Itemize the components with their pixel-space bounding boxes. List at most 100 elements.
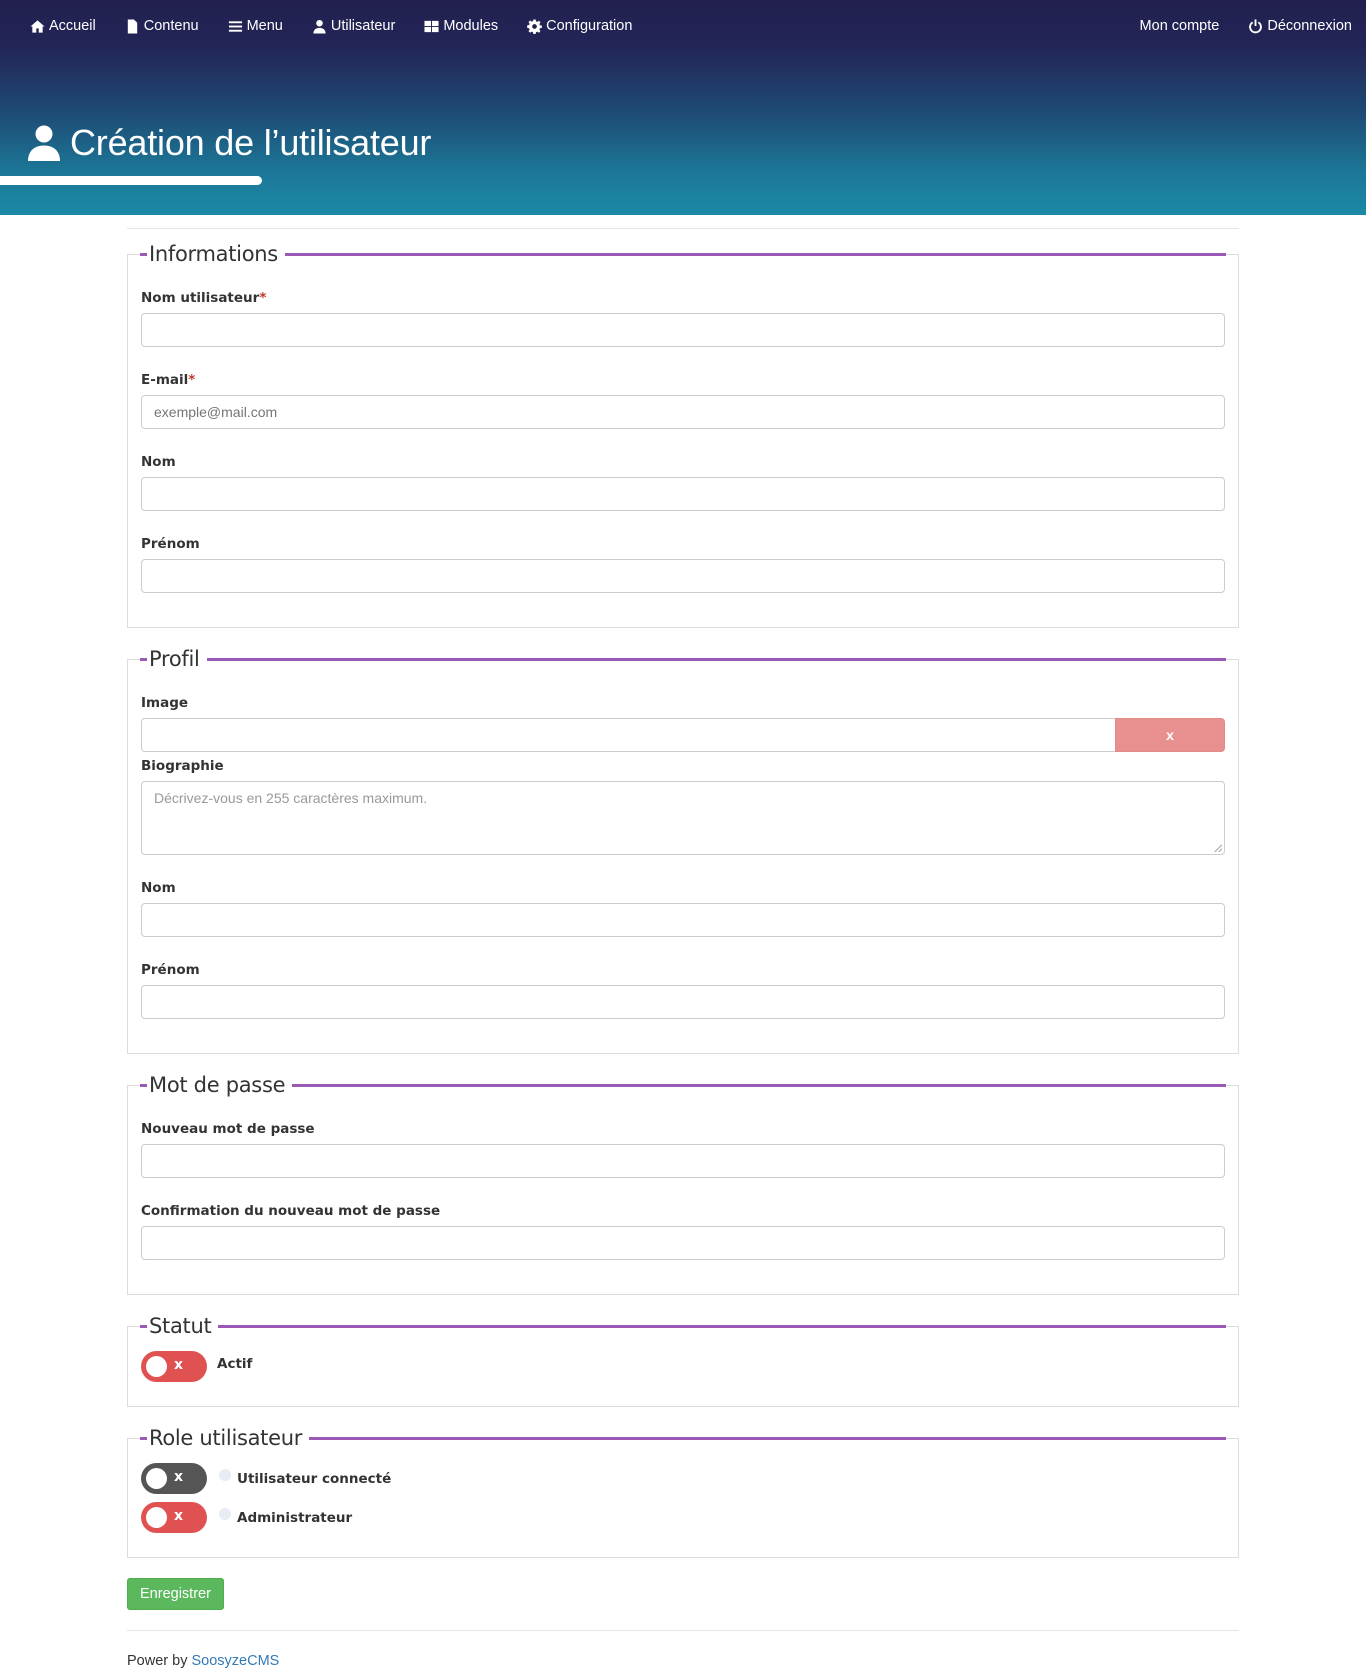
nav-item-accueil[interactable]: Accueil [30,18,96,34]
role-color-dot [219,1507,231,1520]
gear-icon [527,18,542,34]
nav-left-group: Accueil Contenu Menu Utilisateur Modules… [30,18,661,34]
nav-label: Modules [443,18,499,34]
footer-link-soosyze[interactable]: SoosyzeCMS [191,1653,279,1669]
toggle-knob [146,1356,167,1377]
top-navigation: Accueil Contenu Menu Utilisateur Modules… [0,0,1366,52]
nav-label: Configuration [546,18,633,34]
fieldset-informations: Informations Nom utilisateur* E-mail* No… [127,239,1239,628]
confirm-password-input[interactable] [141,1226,1225,1260]
nav-item-configuration[interactable]: Configuration [527,18,632,34]
email-label-text: E-mail [141,372,189,388]
required-mark: * [188,372,196,388]
nav-item-deconnexion[interactable]: Déconnexion [1248,18,1352,34]
form-actions: Enregistrer [127,1578,1239,1610]
form-group-image: Image x [141,695,1225,752]
home-icon [30,19,45,33]
legend-line [140,658,1226,661]
profile-lastname-input[interactable] [141,903,1225,937]
nav-item-utilisateur[interactable]: Utilisateur [312,18,395,34]
profile-lastname-label: Nom [141,880,176,896]
toggle-off-mark: x [174,1357,184,1373]
nav-label: Mon compte [1139,18,1220,34]
form-group-lastname: Nom [141,454,1225,511]
role-admin-toggle[interactable]: x [141,1502,207,1533]
toggle-knob [146,1468,167,1489]
username-label-text: Nom utilisateur [141,290,260,306]
page-header: Accueil Contenu Menu Utilisateur Modules… [0,0,1366,215]
confirm-password-label: Confirmation du nouveau mot de passe [141,1203,441,1219]
role-admin-label: Administrateur [237,1509,353,1526]
toggle-off-mark: x [174,1469,184,1485]
nav-item-menu[interactable]: Menu [228,18,283,34]
username-input[interactable] [141,313,1225,347]
toggle-row-role-admin: x Administrateur [141,1502,1225,1533]
required-mark: * [259,290,267,306]
page-title-text: Création de l’utilisateur [70,122,432,163]
bio-label: Biographie [141,758,224,774]
fieldset-statut: Statut x Actif [127,1311,1239,1407]
form-group-new-password: Nouveau mot de passe [141,1121,1225,1178]
actif-toggle[interactable]: x [141,1351,207,1382]
nav-label: Menu [246,18,283,34]
nav-item-modules[interactable]: Modules [424,18,498,34]
firstname-input[interactable] [141,559,1225,593]
bio-placeholder: Décrivez-vous en 255 caractères maximum. [154,790,428,806]
form-group-confirm-password: Confirmation du nouveau mot de passe [141,1203,1225,1260]
role-connected-toggle[interactable]: x [141,1463,207,1494]
main-content: Informations Nom utilisateur* E-mail* No… [127,215,1239,1669]
resize-grip-icon[interactable] [1214,844,1222,852]
page-footer: Power by SoosyzeCMS [127,1631,1239,1669]
actif-label: Actif [217,1355,253,1372]
nav-label: Accueil [49,18,96,34]
bars-icon [228,20,242,32]
image-file-input[interactable] [141,718,1115,752]
nav-label: Déconnexion [1267,18,1352,34]
legend-password: Mot de passe [147,1070,293,1100]
user-icon [28,125,60,161]
legend-informations: Informations [147,239,285,269]
form-group-profile-lastname: Nom [141,880,1225,937]
grid-icon [424,20,439,32]
nav-item-contenu[interactable]: Contenu [125,18,199,34]
fieldset-password: Mot de passe Nouveau mot de passe Confir… [127,1070,1239,1295]
profile-firstname-label: Prénom [141,962,200,978]
role-connected-label: Utilisateur connecté [237,1470,392,1487]
form-group-bio: Biographie Décrivez-vous en 255 caractèr… [141,758,1225,855]
lastname-label: Nom [141,454,176,470]
nav-item-mon-compte[interactable]: Mon compte [1140,18,1220,34]
image-clear-button[interactable]: x [1115,718,1225,752]
footer-prefix: Power by [127,1653,188,1669]
email-input[interactable] [141,395,1225,429]
form-group-username: Nom utilisateur* [141,290,1225,347]
save-button[interactable]: Enregistrer [127,1578,224,1610]
user-create-form: Informations Nom utilisateur* E-mail* No… [127,239,1239,1610]
form-group-email: E-mail* [141,372,1225,429]
legend-line [140,253,1226,256]
fieldset-profil: Profil Image x Biographie Décrivez-vous … [127,644,1239,1054]
nav-right-group: Mon compte Déconnexion [1111,18,1352,34]
image-label: Image [141,695,189,711]
firstname-label: Prénom [141,536,200,552]
legend-roles: Role utilisateur [147,1423,310,1453]
page-title: Création de l’utilisateur [28,122,431,164]
new-password-input[interactable] [141,1144,1225,1178]
title-underline [0,176,262,185]
bio-textarea[interactable]: Décrivez-vous en 255 caractères maximum. [141,781,1225,855]
profile-firstname-input[interactable] [141,985,1225,1019]
lastname-input[interactable] [141,477,1225,511]
form-group-firstname: Prénom [141,536,1225,593]
power-icon [1249,18,1263,33]
fieldset-roles: Role utilisateur x Utilisateur connecté … [127,1423,1239,1558]
email-label: E-mail* [141,372,1225,388]
legend-profil: Profil [147,644,207,674]
username-label: Nom utilisateur* [141,290,1225,306]
toggle-row-actif: x Actif [141,1351,1225,1382]
user-icon [313,19,326,34]
nav-label: Contenu [143,18,199,34]
toggle-knob [146,1507,167,1528]
nav-label: Utilisateur [330,18,396,34]
new-password-label: Nouveau mot de passe [141,1121,315,1137]
legend-line [140,1325,1226,1328]
divider [127,228,1239,229]
